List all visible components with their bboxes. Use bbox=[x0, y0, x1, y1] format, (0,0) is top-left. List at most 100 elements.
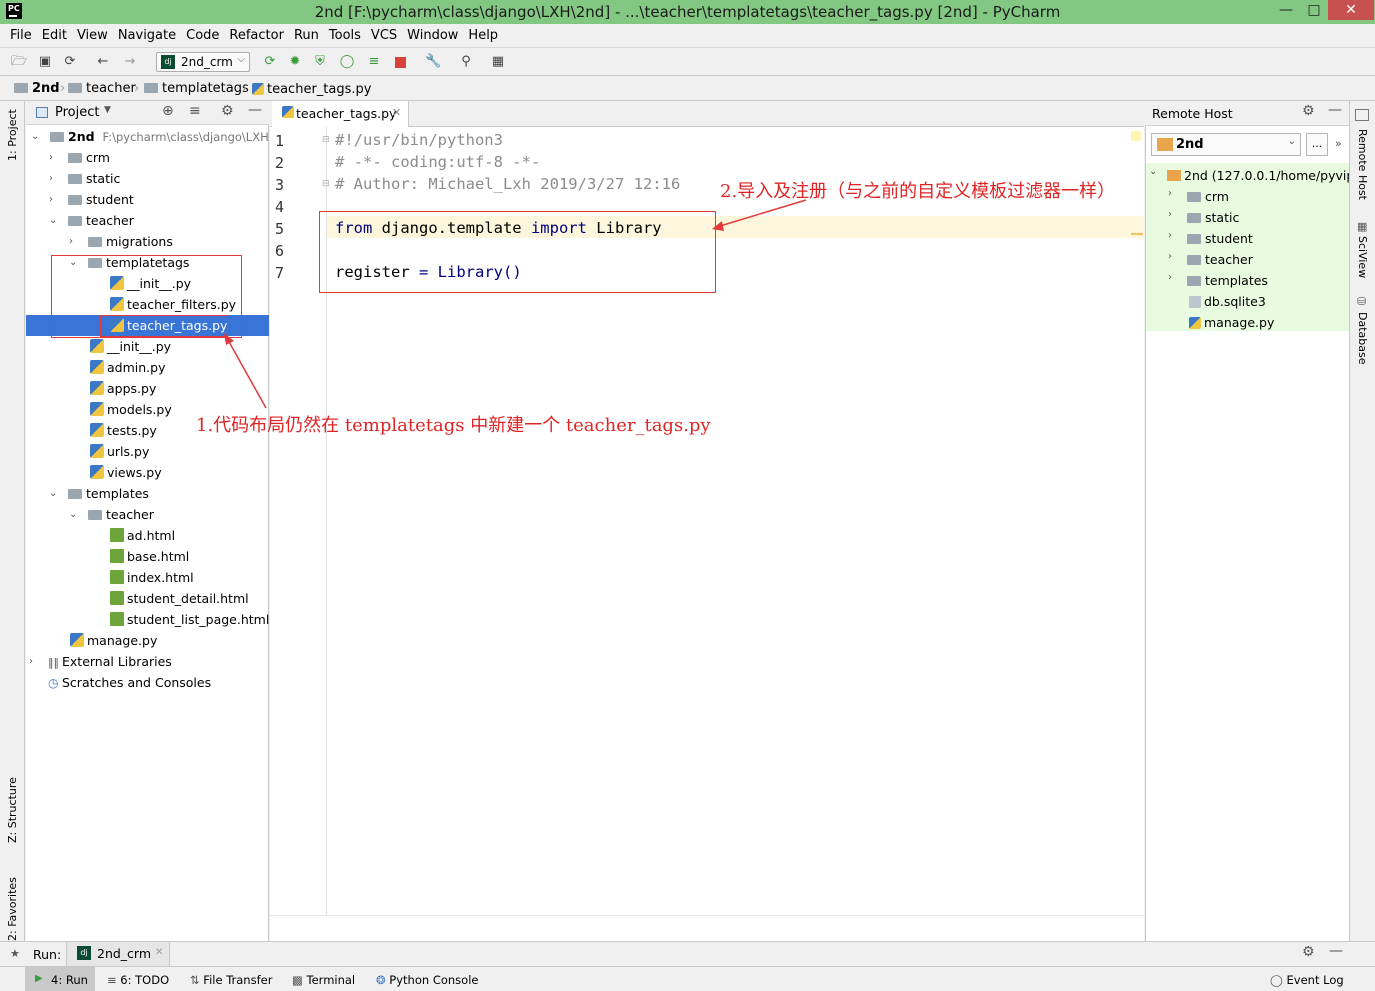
browse-button[interactable]: ... bbox=[1306, 133, 1328, 156]
concurrency-icon[interactable]: ≡ bbox=[366, 54, 382, 70]
editor-tab[interactable]: teacher_tags.py ✕ bbox=[272, 101, 409, 127]
close-button[interactable]: ✕ bbox=[1328, 0, 1374, 20]
file-transfer-tool-button[interactable]: ⇅ File Transfer bbox=[190, 973, 272, 987]
transfer-icon: ⇅ bbox=[190, 973, 204, 987]
hide-panel-icon[interactable]: — bbox=[248, 102, 262, 118]
save-icon[interactable]: ▣ bbox=[37, 54, 53, 70]
tree-item[interactable]: student_detail.html bbox=[26, 588, 269, 609]
tree-item[interactable]: admin.py bbox=[26, 357, 269, 378]
menu-window[interactable]: Window bbox=[407, 24, 458, 48]
back-arrow-icon[interactable]: ← bbox=[95, 54, 111, 70]
settings-wrench-icon[interactable]: 🔧 bbox=[425, 54, 441, 70]
database-tool-tab[interactable]: Database bbox=[1356, 312, 1369, 365]
tree-item[interactable]: urls.py bbox=[26, 441, 269, 462]
pin-star-icon[interactable]: ★ bbox=[10, 947, 20, 960]
remote-item[interactable]: crm bbox=[1187, 189, 1229, 204]
forward-arrow-icon[interactable]: → bbox=[122, 54, 138, 70]
remote-item[interactable]: db.sqlite3 bbox=[1189, 294, 1266, 309]
tree-item[interactable]: › ‖‖ External Libraries bbox=[26, 651, 269, 672]
hide-panel-icon[interactable]: — bbox=[1329, 943, 1343, 959]
debug-bug-icon[interactable]: ✹ bbox=[287, 54, 303, 70]
remote-host-tool-tab[interactable]: Remote Host bbox=[1356, 129, 1369, 200]
tree-item[interactable]: › migrations bbox=[26, 231, 269, 252]
tree-item[interactable]: manage.py bbox=[26, 630, 269, 651]
chevron-down-icon[interactable]: ▼ bbox=[104, 105, 111, 115]
tree-item[interactable]: base.html bbox=[26, 546, 269, 567]
menu-file[interactable]: File bbox=[10, 24, 32, 48]
menu-edit[interactable]: Edit bbox=[42, 24, 67, 48]
locate-file-icon[interactable]: ⊕ bbox=[162, 103, 174, 119]
menu-run[interactable]: Run bbox=[294, 24, 319, 48]
menu-tools[interactable]: Tools bbox=[329, 24, 361, 48]
event-log-tool-button[interactable]: ◯ Event Log bbox=[1270, 973, 1344, 987]
run-tool-button[interactable]: ▶ 4: Run bbox=[25, 967, 95, 991]
coverage-icon[interactable]: ⛨ bbox=[312, 54, 328, 70]
tree-item[interactable]: student_list_page.html bbox=[26, 609, 269, 630]
tree-item[interactable]: apps.py bbox=[26, 378, 269, 399]
menu-help[interactable]: Help bbox=[468, 24, 498, 48]
tree-item[interactable]: ◷ Scratches and Consoles bbox=[26, 672, 269, 693]
tree-item[interactable]: views.py bbox=[26, 462, 269, 483]
project-tool-tab[interactable]: 1: Project bbox=[6, 109, 19, 161]
remote-item[interactable]: templates bbox=[1187, 273, 1268, 288]
menu-view[interactable]: View bbox=[77, 24, 108, 48]
run-config-selector[interactable]: dj 2nd_crm ⌵ bbox=[156, 52, 250, 72]
tree-item[interactable]: index.html bbox=[26, 567, 269, 588]
todo-tool-button[interactable]: ≡ 6: TODO bbox=[107, 973, 169, 987]
stop-icon[interactable] bbox=[392, 54, 408, 70]
sync-icon[interactable]: ⟳ bbox=[62, 54, 78, 70]
sciview-tool-tab[interactable]: SciView bbox=[1356, 236, 1369, 278]
remote-item[interactable]: student bbox=[1187, 231, 1253, 246]
remote-item[interactable]: static bbox=[1187, 210, 1239, 225]
fold-marker-icon[interactable]: ⊟ bbox=[322, 135, 330, 145]
double-chevron-right-icon[interactable]: » bbox=[1335, 137, 1342, 150]
terminal-tool-button[interactable]: ▩ Terminal bbox=[292, 973, 355, 987]
tree-item[interactable]: › static bbox=[26, 168, 269, 189]
breadcrumb-2nd[interactable]: 2nd bbox=[14, 81, 60, 96]
tree-item[interactable]: ad.html bbox=[26, 525, 269, 546]
project-view-selector[interactable]: Project bbox=[55, 105, 99, 120]
close-icon[interactable]: ✕ bbox=[392, 106, 401, 119]
rerun-icon[interactable]: ⟳ bbox=[262, 54, 278, 70]
remote-item[interactable]: teacher bbox=[1187, 252, 1253, 267]
gear-icon[interactable]: ⚙ bbox=[1302, 944, 1315, 960]
sdk-manager-icon[interactable]: ▦ bbox=[490, 54, 506, 70]
tree-item[interactable]: __init__.py bbox=[26, 336, 269, 357]
search-icon[interactable]: ⚲ bbox=[458, 54, 474, 70]
minimize-button[interactable]: — bbox=[1272, 0, 1300, 20]
gear-icon[interactable]: ⚙ bbox=[1302, 103, 1315, 119]
tree-item[interactable]: › crm bbox=[26, 147, 269, 168]
collapse-all-icon[interactable]: ≡ bbox=[189, 103, 201, 119]
gear-icon[interactable]: ⚙ bbox=[221, 103, 234, 119]
chevron-right-icon: › bbox=[1168, 230, 1172, 241]
remote-root[interactable]: 2nd (127.0.0.1/home/pyvip/p bbox=[1167, 168, 1349, 183]
tree-item[interactable]: ⌄ templates bbox=[26, 483, 269, 504]
tree-item[interactable]: › student bbox=[26, 189, 269, 210]
python-console-icon: ❂ bbox=[376, 973, 390, 987]
sftp-icon bbox=[1157, 138, 1173, 151]
breadcrumb-templatetags[interactable]: templatetags bbox=[144, 81, 249, 96]
structure-tool-tab[interactable]: Z: Structure bbox=[6, 777, 19, 843]
breadcrumb-teacher[interactable]: teacher bbox=[68, 81, 136, 96]
html-file-icon bbox=[110, 570, 124, 584]
chevron-down-icon: ⌄ bbox=[31, 131, 40, 142]
python-console-tool-button[interactable]: ❂ Python Console bbox=[376, 973, 478, 987]
tree-root[interactable]: ⌄ 2nd F:\pycharm\class\django\LXH\ bbox=[26, 126, 269, 147]
menu-refactor[interactable]: Refactor bbox=[229, 24, 284, 48]
run-tab[interactable]: dj 2nd_crm ✕ bbox=[66, 942, 170, 966]
fold-marker-icon[interactable]: ⊟ bbox=[322, 179, 330, 189]
profile-icon[interactable]: ◯ bbox=[339, 54, 355, 70]
remote-item[interactable]: manage.py bbox=[1189, 315, 1274, 330]
favorites-tool-tab[interactable]: 2: Favorites bbox=[6, 877, 19, 941]
close-icon[interactable]: ✕ bbox=[155, 947, 163, 958]
menu-vcs[interactable]: VCS bbox=[371, 24, 397, 48]
menu-navigate[interactable]: Navigate bbox=[118, 24, 176, 48]
open-folder-icon[interactable]: 🗁 bbox=[11, 54, 27, 70]
tree-item[interactable]: ⌄ teacher bbox=[26, 504, 269, 525]
breadcrumb-teacher-tags[interactable]: teacher_tags.py bbox=[252, 81, 371, 97]
hide-panel-icon[interactable]: — bbox=[1328, 102, 1342, 118]
remote-server-selector[interactable]: 2nd ⌄ bbox=[1151, 133, 1301, 156]
menu-code[interactable]: Code bbox=[186, 24, 219, 48]
tree-item[interactable]: ⌄ teacher bbox=[26, 210, 269, 231]
maximize-button[interactable]: □ bbox=[1300, 0, 1328, 20]
